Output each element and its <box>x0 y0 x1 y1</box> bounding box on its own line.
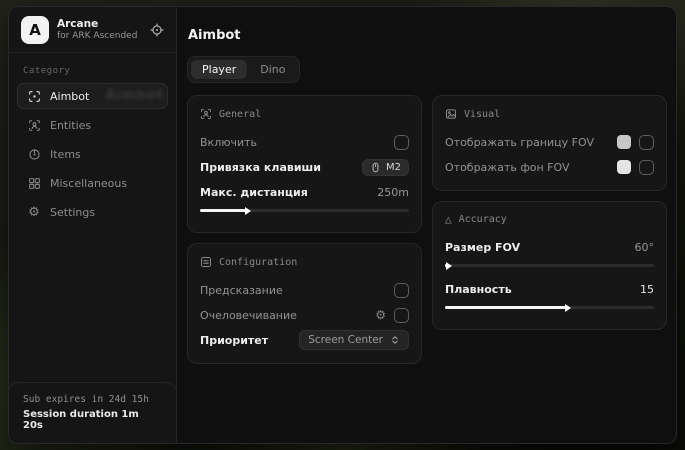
max-distance-label: Макс. дистанция <box>200 186 308 199</box>
sidebar: A Arcane for ARK Ascended Category <box>9 7 177 443</box>
slider-thumb[interactable] <box>245 207 251 215</box>
priority-selected-value: Screen Center <box>308 334 383 346</box>
humanization-row: Очеловечивание ⚙ <box>200 305 409 325</box>
enable-checkbox[interactable] <box>394 135 409 150</box>
slider-fill <box>445 306 566 309</box>
main-content: Aimbot Player Dino General <box>177 7 677 443</box>
card-title: Accuracy <box>459 214 507 225</box>
keybind-value: M2 <box>386 162 401 173</box>
card-columns: General Включить Привязка клавиши <box>187 95 667 364</box>
priority-select[interactable]: Screen Center <box>299 330 409 350</box>
gear-icon: ⚙ <box>27 206 41 219</box>
smoothness-label: Плавность <box>445 283 512 296</box>
fov-size-value: 60° <box>635 241 655 254</box>
slider-fill <box>445 264 447 267</box>
prediction-label: Предсказание <box>200 284 283 297</box>
app-name: Arcane <box>57 18 137 30</box>
sidebar-item-label: Settings <box>50 206 95 219</box>
max-distance-row: Макс. дистанция 250m <box>200 182 409 202</box>
fov-size-row: Размер FOV 60° <box>445 237 654 257</box>
humanization-label: Очеловечивание <box>200 309 297 322</box>
slider-thumb[interactable] <box>446 262 452 270</box>
card-title: Visual <box>464 109 500 120</box>
keybind-row: Привязка клавиши M2 <box>200 157 409 177</box>
slider-fill <box>200 209 246 212</box>
sidebar-item-label: Aimbot <box>50 90 89 103</box>
enable-label: Включить <box>200 136 257 149</box>
max-distance-slider[interactable] <box>200 209 409 212</box>
priority-row: Приоритет Screen Center <box>200 330 409 350</box>
subscription-expiry: Sub expires in 24d 15h <box>23 394 162 405</box>
max-distance-value: 250m <box>377 186 409 199</box>
app-subtitle: for ARK Ascended <box>57 31 137 41</box>
enable-row: Включить <box>200 132 409 152</box>
prediction-row: Предсказание <box>200 280 409 300</box>
fov-background-label: Отображать фон FOV <box>445 161 569 174</box>
tab-bar: Player Dino <box>187 56 300 83</box>
sidebar-item-label: Miscellaneous <box>50 177 127 190</box>
sidebar-item-aimbot[interactable]: Aimbot Aimbot <box>17 83 168 109</box>
crosshair-scan-icon <box>27 90 41 103</box>
humanization-checkbox[interactable] <box>394 308 409 323</box>
sidebar-item-label: Items <box>50 148 81 161</box>
cheat-menu-window: A Arcane for ARK Ascended Category <box>8 6 677 444</box>
smoothness-row: Плавность 15 <box>445 279 654 299</box>
sidebar-item-items[interactable]: Items <box>17 141 168 167</box>
fov-size-slider[interactable] <box>445 264 654 267</box>
item-orb-icon <box>27 148 41 161</box>
app-logo: A <box>21 16 49 44</box>
sidebar-item-entities[interactable]: Entities <box>17 112 168 138</box>
grid-icon <box>27 177 41 190</box>
page-title: Aimbot <box>188 28 667 43</box>
fov-background-checkbox[interactable] <box>639 160 654 175</box>
slider-thumb[interactable] <box>565 304 571 312</box>
configuration-card: Configuration Предсказание Очеловечивани… <box>187 243 422 364</box>
card-title: Configuration <box>219 257 297 268</box>
fov-background-row: Отображать фон FOV <box>445 157 654 177</box>
accuracy-card: △ Accuracy Размер FOV 60° Плавность <box>432 201 667 330</box>
chevron-up-down-icon <box>390 335 400 345</box>
sidebar-item-settings[interactable]: ⚙ Settings <box>17 199 168 225</box>
humanization-gear-icon[interactable]: ⚙ <box>375 309 386 321</box>
fov-border-color-swatch[interactable] <box>617 135 631 149</box>
keybind-button[interactable]: M2 <box>362 159 409 176</box>
sidebar-item-label: Entities <box>50 119 91 132</box>
tab-dino[interactable]: Dino <box>249 60 296 79</box>
prediction-checkbox[interactable] <box>394 283 409 298</box>
general-scan-icon <box>200 108 212 120</box>
smoothness-slider[interactable] <box>445 306 654 309</box>
fov-background-color-swatch[interactable] <box>617 160 631 174</box>
target-icon[interactable] <box>150 23 164 37</box>
keybind-label: Привязка клавиши <box>200 161 321 174</box>
category-label: Category <box>9 53 176 83</box>
card-title: General <box>219 109 261 120</box>
sidebar-footer: Sub expires in 24d 15h Session duration … <box>8 382 177 443</box>
smoothness-value: 15 <box>640 283 654 296</box>
sidebar-item-miscellaneous[interactable]: Miscellaneous <box>17 170 168 196</box>
fov-border-label: Отображать границу FOV <box>445 136 594 149</box>
mouse-icon <box>370 162 381 173</box>
fov-border-row: Отображать границу FOV <box>445 132 654 152</box>
aimbot-watermark: Aimbot <box>105 88 164 103</box>
visual-image-icon <box>445 108 457 120</box>
sidebar-nav: Aimbot Aimbot Entities Items <box>9 83 176 225</box>
general-card: General Включить Привязка клавиши <box>187 95 422 233</box>
accuracy-triangle-icon: △ <box>445 214 452 225</box>
configuration-icon <box>200 256 212 268</box>
priority-label: Приоритет <box>200 334 268 347</box>
session-duration: Session duration 1m 20s <box>23 409 162 431</box>
fov-size-label: Размер FOV <box>445 241 520 254</box>
tab-player[interactable]: Player <box>191 60 247 79</box>
visual-card: Visual Отображать границу FOV Отображать… <box>432 95 667 191</box>
fov-border-checkbox[interactable] <box>639 135 654 150</box>
sidebar-header: A Arcane for ARK Ascended <box>9 7 176 53</box>
entity-scan-icon <box>27 119 41 132</box>
